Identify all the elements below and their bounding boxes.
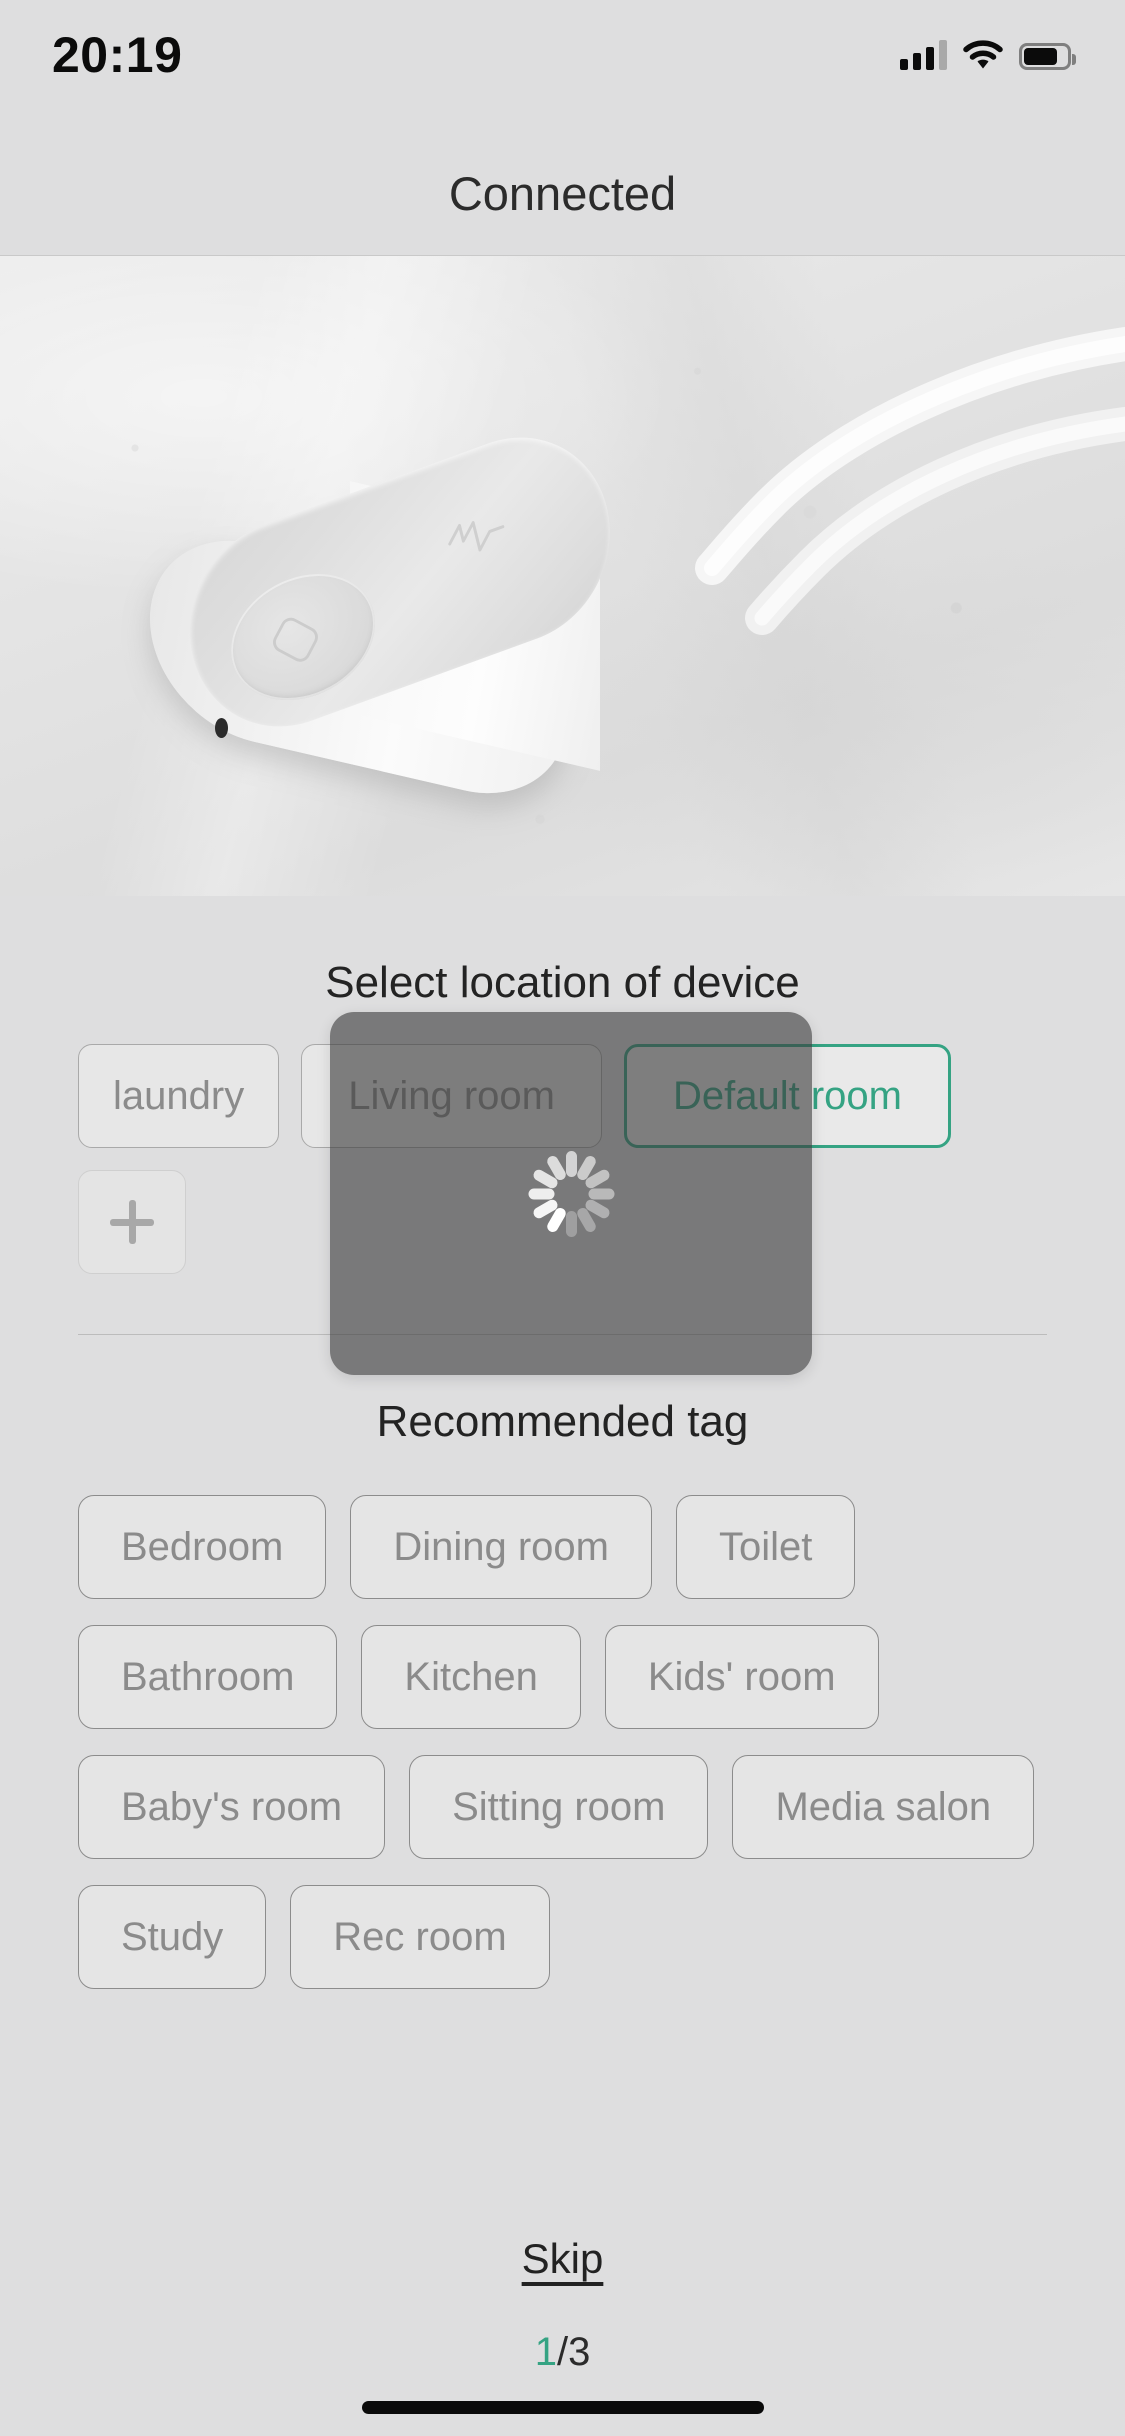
tag-study[interactable]: Study [78,1885,267,1989]
tag-rec-room[interactable]: Rec room [290,1885,550,1989]
tag-label: Toilet [718,1524,813,1569]
room-chip-laundry[interactable]: laundry [78,1044,280,1148]
page-indicator: 1/3 [0,2330,1125,2375]
tag-label: Rec room [333,1914,507,1959]
tag-kitchen[interactable]: Kitchen [361,1625,581,1729]
nav-bar: Connected [0,132,1125,256]
loading-overlay [330,1012,812,1375]
device-led-indicator [215,718,228,738]
app-screen: 20:19 Connected Select location of devic… [0,0,1125,2436]
battery-icon [1019,43,1076,70]
device-hero-image [0,256,1125,896]
skip-button[interactable]: Skip [0,2235,1125,2283]
tag-label: Bedroom [121,1524,284,1569]
tag-label: Media salon [775,1784,992,1829]
tag-label: Study [121,1914,224,1959]
status-bar: 20:19 [0,0,1125,132]
location-section-title: Select location of device [325,958,800,1007]
page-separator: / [556,2330,569,2374]
status-bar-time: 20:19 [52,27,183,83]
tag-label: Sitting room [452,1784,666,1829]
tag-label: Kitchen [404,1654,538,1699]
wifi-icon [963,40,1003,70]
tag-bedroom[interactable]: Bedroom [78,1495,327,1599]
cellular-signal-icon [900,40,947,70]
activity-spinner-icon [528,1150,614,1237]
tag-label: Kids' room [647,1654,836,1699]
status-bar-icons [900,28,1076,70]
tag-media-salon[interactable]: Media salon [732,1755,1035,1859]
tag-label: Dining room [393,1524,609,1569]
add-room-button[interactable] [78,1170,186,1274]
plus-icon [110,1200,154,1244]
tag-kids-room[interactable]: Kids' room [604,1625,879,1729]
tag-label: Bathroom [121,1654,295,1699]
tag-sitting-room[interactable]: Sitting room [409,1755,709,1859]
tag-bathroom[interactable]: Bathroom [78,1625,338,1729]
tag-toilet[interactable]: Toilet [675,1495,856,1599]
home-indicator[interactable] [361,2401,764,2414]
room-chip-label: laundry [113,1073,245,1118]
page-total: 3 [568,2330,591,2374]
page-title: Connected [448,167,677,220]
recommended-tag-list: Bedroom Dining room Toilet Bathroom Kitc… [0,1495,1125,1989]
tag-label: Baby's room [121,1784,343,1829]
page-current: 1 [534,2330,557,2374]
tag-dining-room[interactable]: Dining room [350,1495,652,1599]
smart-device [150,409,710,815]
recommended-section-title: Recommended tag [376,1397,749,1446]
skip-label: Skip [521,2235,604,2282]
tag-babys-room[interactable]: Baby's room [78,1755,386,1859]
